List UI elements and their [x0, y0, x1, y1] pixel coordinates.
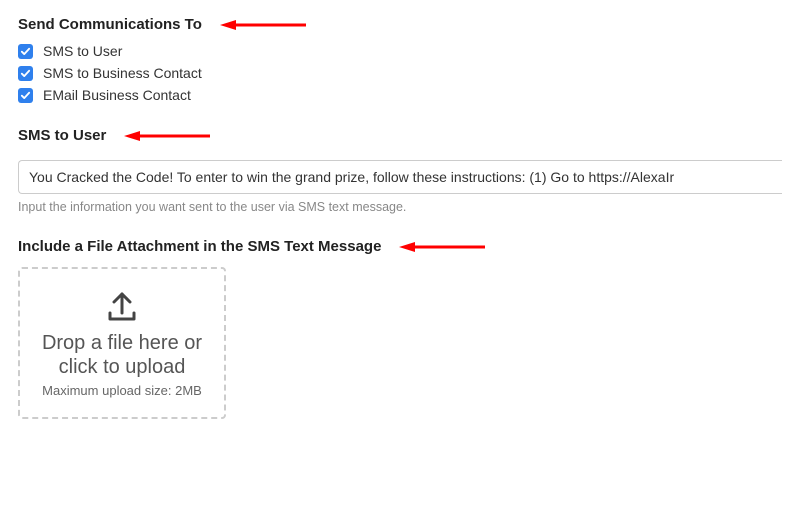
upload-icon [102, 287, 142, 327]
checkbox-icon[interactable] [18, 88, 33, 103]
send-communications-heading: Send Communications To [18, 16, 782, 33]
checkbox-icon[interactable] [18, 44, 33, 59]
file-attachment-heading: Include a File Attachment in the SMS Tex… [18, 238, 782, 255]
annotation-arrow-icon [220, 19, 306, 31]
heading-text: Send Communications To [18, 16, 202, 33]
heading-text: SMS to User [18, 127, 106, 144]
annotation-arrow-icon [124, 130, 210, 142]
sms-user-help-text: Input the information you want sent to t… [18, 200, 782, 214]
checkbox-icon[interactable] [18, 66, 33, 81]
dropzone-subtext: Maximum upload size: 2MB [34, 383, 210, 399]
checkbox-sms-to-business[interactable]: SMS to Business Contact [18, 65, 782, 81]
sms-user-input[interactable] [18, 160, 782, 194]
sms-to-user-heading: SMS to User [18, 127, 782, 144]
checkbox-label: SMS to Business Contact [43, 65, 202, 81]
checkbox-sms-to-user[interactable]: SMS to User [18, 43, 782, 59]
checkbox-label: SMS to User [43, 43, 122, 59]
checkbox-label: EMail Business Contact [43, 87, 191, 103]
checkbox-email-business[interactable]: EMail Business Contact [18, 87, 782, 103]
file-dropzone[interactable]: Drop a file here or click to upload Maxi… [18, 267, 226, 419]
dropzone-text: Drop a file here or click to upload [34, 331, 210, 379]
heading-text: Include a File Attachment in the SMS Tex… [18, 238, 381, 255]
annotation-arrow-icon [399, 241, 485, 253]
